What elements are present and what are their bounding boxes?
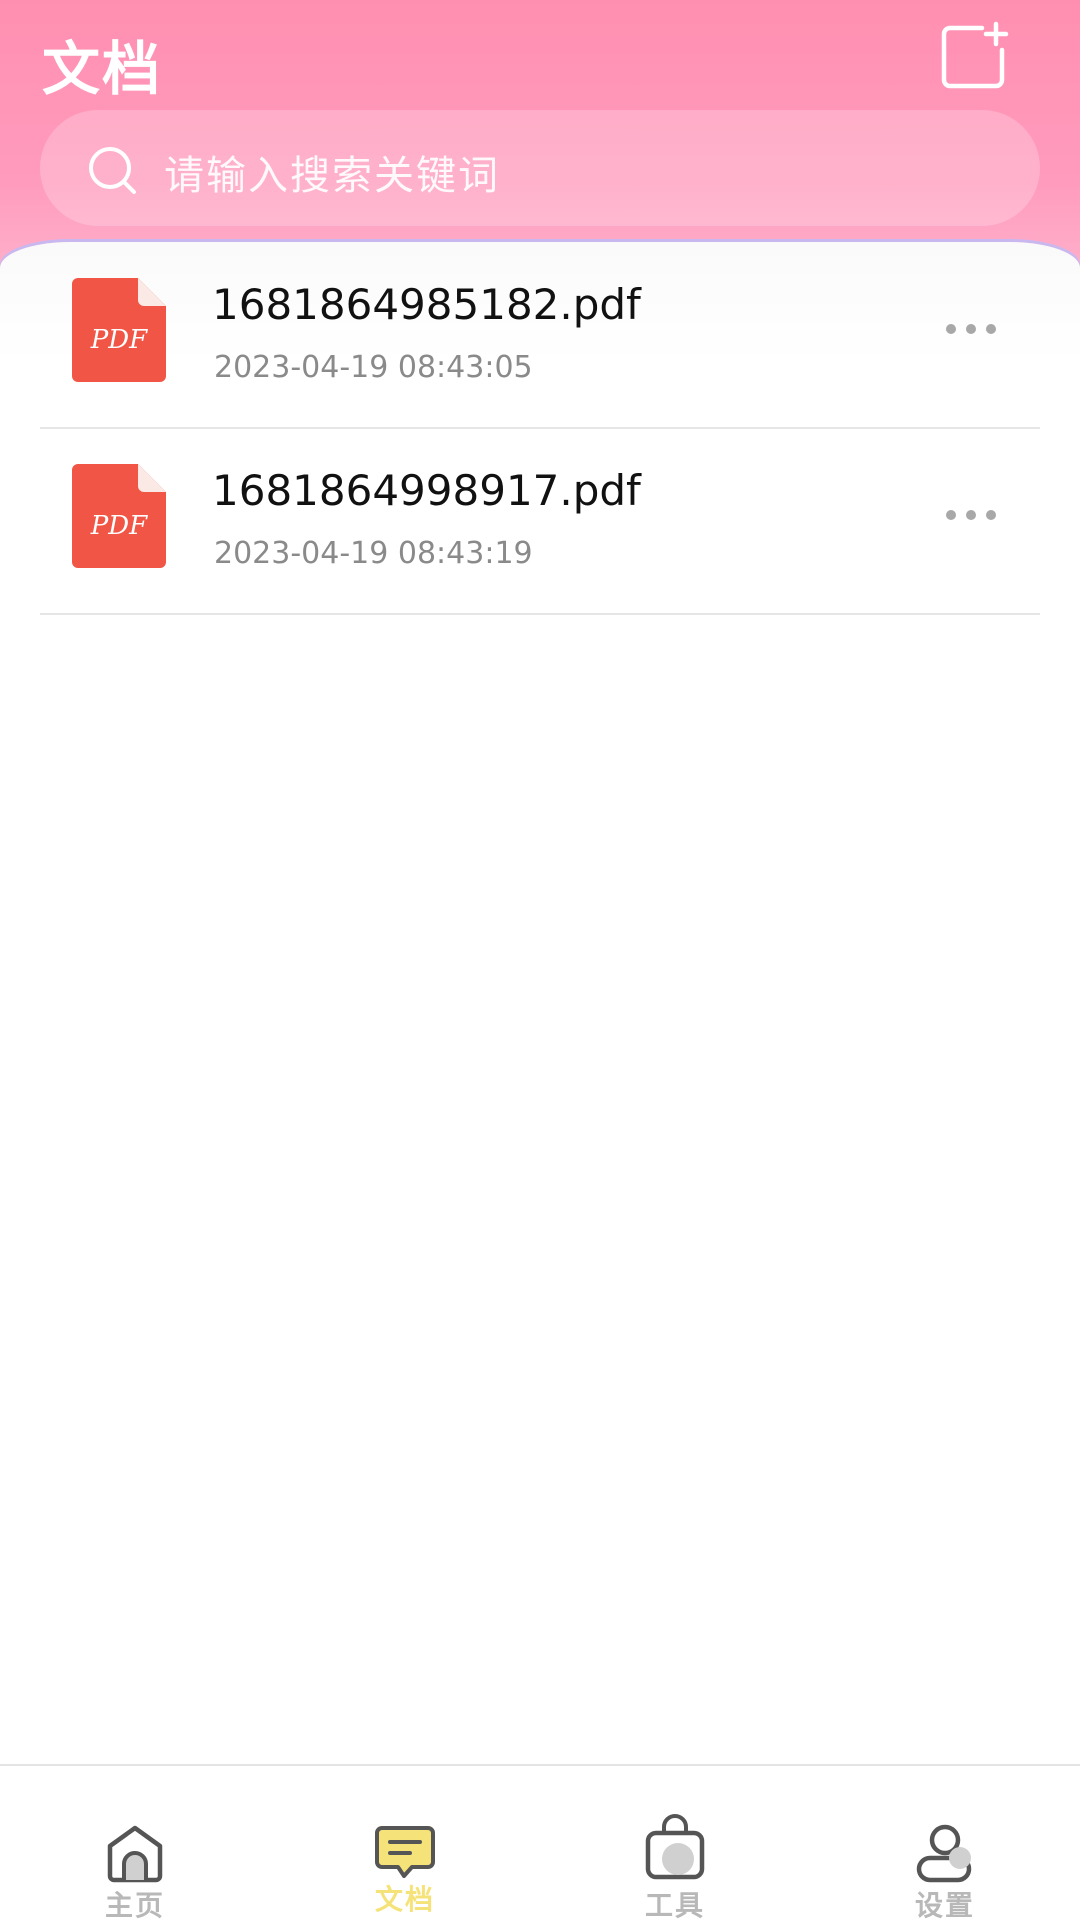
file-name: 1681864998917.pdf (212, 466, 641, 515)
tab-settings-label: 设置 (914, 1889, 975, 1920)
tab-documents-label: 文档 (374, 1883, 435, 1916)
more-options-icon[interactable] (940, 490, 1002, 540)
app-root: 文档 请输入搜索关键词 PDF 1681864985182.pdf 2023-0… (0, 0, 1080, 1920)
document-chat-icon (375, 1826, 435, 1878)
pdf-badge-text: PDF (90, 511, 148, 541)
file-time: 2023-04-19 08:43:19 (214, 536, 533, 571)
search-input-placeholder[interactable]: 请输入搜索关键词 (164, 143, 500, 201)
new-document-button[interactable] (938, 20, 1010, 92)
toolbox-bag-icon (645, 1814, 705, 1880)
file-name: 1681864985182.pdf (212, 280, 641, 329)
tab-settings[interactable]: 设置 (810, 1766, 1080, 1920)
pdf-file-icon: PDF (72, 464, 166, 568)
file-list: PDF 1681864985182.pdf 2023-04-19 08:43:0… (0, 242, 1080, 1762)
new-document-icon (941, 21, 1009, 89)
search-bar[interactable]: 请输入搜索关键词 (40, 110, 1040, 226)
more-options-icon[interactable] (940, 304, 1002, 354)
tab-home[interactable]: 主页 (0, 1766, 270, 1920)
tab-tools[interactable]: 工具 (540, 1766, 810, 1920)
page-title: 文档 (42, 35, 163, 103)
pdf-file-icon: PDF (72, 278, 166, 382)
tab-tools-label: 工具 (644, 1889, 705, 1920)
search-icon (89, 147, 136, 194)
tab-documents[interactable]: 文档 (270, 1766, 540, 1920)
user-settings-icon (916, 1824, 972, 1883)
pdf-badge-text: PDF (90, 325, 148, 355)
file-list-item[interactable]: PDF 1681864985182.pdf 2023-04-19 08:43:0… (40, 242, 1040, 429)
bottom-nav: 主页 文档 工具 设置 (0, 1764, 1080, 1920)
file-time: 2023-04-19 08:43:05 (214, 350, 533, 385)
home-icon (107, 1825, 163, 1883)
tab-home-label: 主页 (104, 1889, 165, 1920)
file-list-item[interactable]: PDF 1681864998917.pdf 2023-04-19 08:43:1… (40, 428, 1040, 615)
